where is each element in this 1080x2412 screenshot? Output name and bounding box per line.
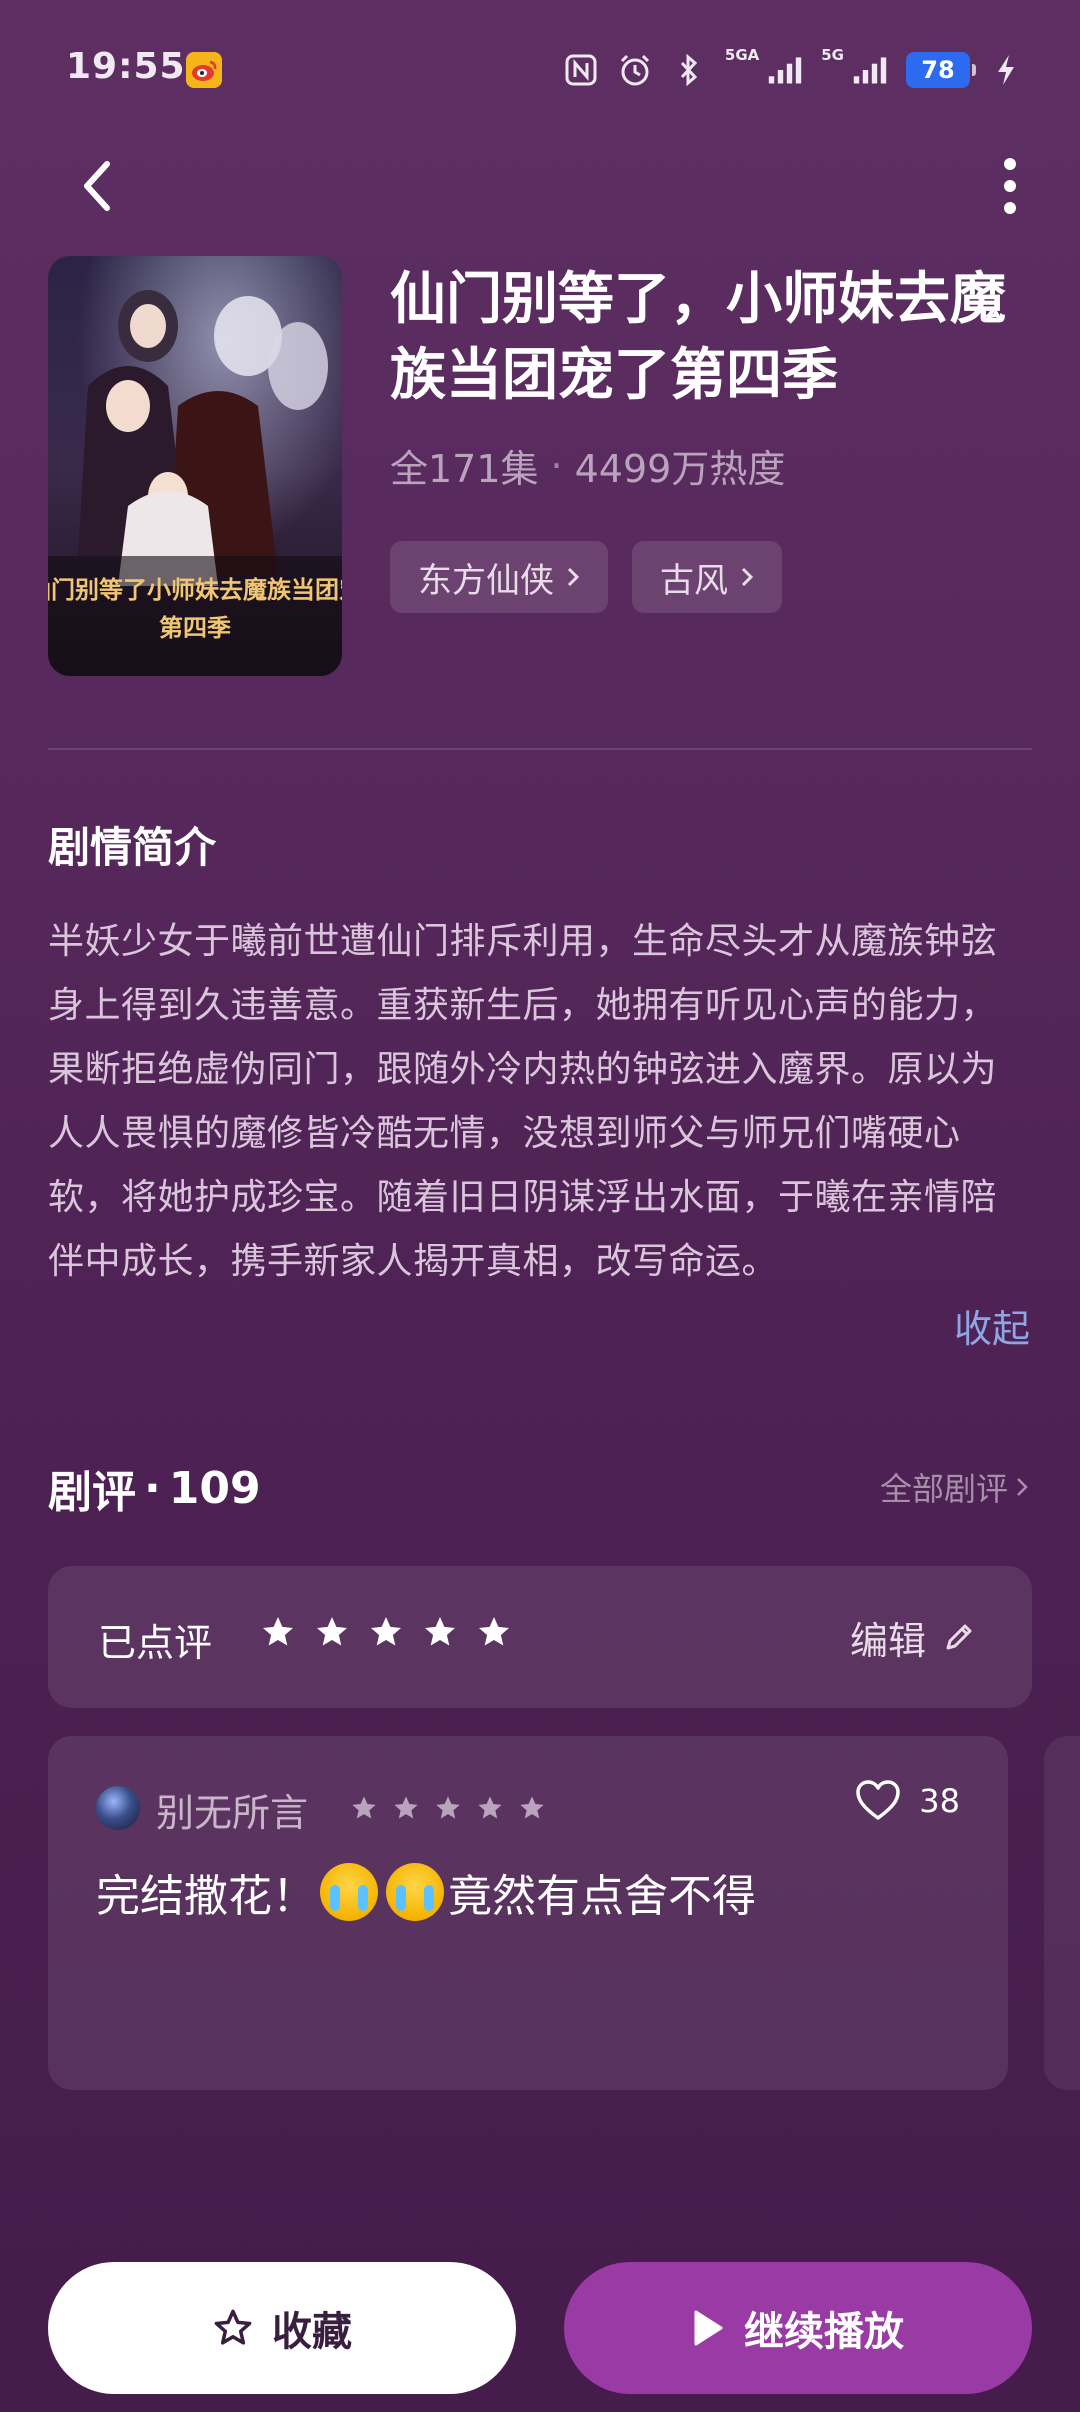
collapse-link[interactable]: 收起 [954,1298,1030,1353]
tag-list: 东方仙侠 古风 [390,541,782,613]
edit-label: 编辑 [849,1619,926,1663]
star-icon [317,1617,347,1646]
star-outline-icon [214,2309,252,2345]
like-count: 38 [919,1782,960,1820]
divider [48,748,1032,750]
star-icon [479,1617,509,1646]
play-label: 继续播放 [744,2309,904,2355]
status-time: 19:55 [66,46,186,87]
star-icon [520,1796,544,1819]
chevron-right-icon [741,567,754,587]
status-icons: 5GA 5G 78 [563,46,1024,92]
play-icon [694,2310,723,2346]
drama-meta: 全171集 · 4499万热度 [390,438,785,493]
reviews-count: 109 [168,1462,261,1514]
collect-label: 收藏 [272,2309,352,2355]
tag-label: 古风 [660,560,728,601]
more-icon [1004,158,1016,214]
reviews-heading: 剧评 · 109 [48,1456,261,1520]
heart-icon [856,1780,901,1820]
review-text-start: 完结撒花！ [96,1871,316,1922]
star-icon [352,1796,376,1819]
chevron-right-icon [1017,1478,1028,1496]
review-stars [350,1794,546,1822]
star-icon [425,1617,455,1646]
drama-title: 仙门别等了，小师妹去魔族当团宠了第四季 [390,267,1006,408]
like-button[interactable]: 38 [855,1780,960,1822]
cover-subtitle-text: 第四季 [159,613,231,642]
tag-label: 东方仙侠 [418,560,554,601]
star-icon [436,1796,460,1819]
star-icon [371,1617,401,1646]
collect-button[interactable]: 收藏 [48,2262,516,2394]
cover-title-text: 仙门别等了小师妹去魔族当团宠 [48,575,342,604]
alarm-icon [617,52,653,88]
review-text-end: 竟然有点舍不得 [448,1871,756,1922]
back-icon [84,161,110,211]
my-rating-card: 已点评 编辑 [48,1566,1032,1708]
signal-icon [852,52,888,88]
next-review-card[interactable] [1044,1736,1080,2090]
drama-cover[interactable]: 仙门别等了小师妹去魔族当团宠 第四季 [48,256,342,676]
bluetooth-icon [671,52,707,88]
avatar[interactable] [96,1786,140,1830]
crying-emoji-icon [386,1863,444,1921]
weibo-icon [186,52,222,88]
star-icon [263,1617,293,1646]
heat-count: 4499万热度 [574,447,786,491]
signal-icon [767,52,803,88]
reviews-heading-label: 剧评 [48,1467,136,1518]
rated-label: 已点评 [98,1621,213,1665]
status-bar: 19:55 5GA 5G 78 [0,0,1080,140]
nfc-icon [563,52,599,88]
pencil-icon [946,1624,972,1649]
star-icon [478,1796,502,1819]
my-rating-stars [260,1614,512,1650]
chevron-right-icon [567,567,580,587]
review-card[interactable]: 别无所言 38 完结撒花！ 竟然有点舍不得 [48,1736,1008,2090]
reviews-separator: · [144,1462,161,1514]
synopsis-text: 半妖少女于曦前世遭仙门排斥利用，生命尽头才从魔族钟弦身上得到久违善意。重获新生后… [48,921,998,1282]
more-button[interactable] [980,150,1040,222]
edit-rating-button[interactable]: 编辑 [850,1610,976,1665]
charging-icon [988,52,1024,88]
review-text: 完结撒花！ 竟然有点舍不得 [96,1860,756,1924]
back-button[interactable] [66,150,126,222]
tag-genre[interactable]: 东方仙侠 [390,541,608,613]
reviewer-name[interactable]: 别无所言 [156,1782,308,1837]
tag-style[interactable]: 古风 [632,541,782,613]
network-label-2: 5G [821,46,844,64]
star-icon [394,1796,418,1819]
synopsis-heading: 剧情简介 [48,823,217,872]
battery-icon: 78 [906,52,976,88]
crying-emoji-icon [320,1863,378,1921]
meta-separator: · [550,443,563,488]
all-reviews-link[interactable]: 全部剧评 [880,1464,1028,1510]
continue-play-button[interactable]: 继续播放 [564,2262,1032,2394]
episode-count: 全171集 [390,447,539,491]
network-label: 5GA [724,46,760,64]
all-reviews-label: 全部剧评 [879,1470,1008,1508]
